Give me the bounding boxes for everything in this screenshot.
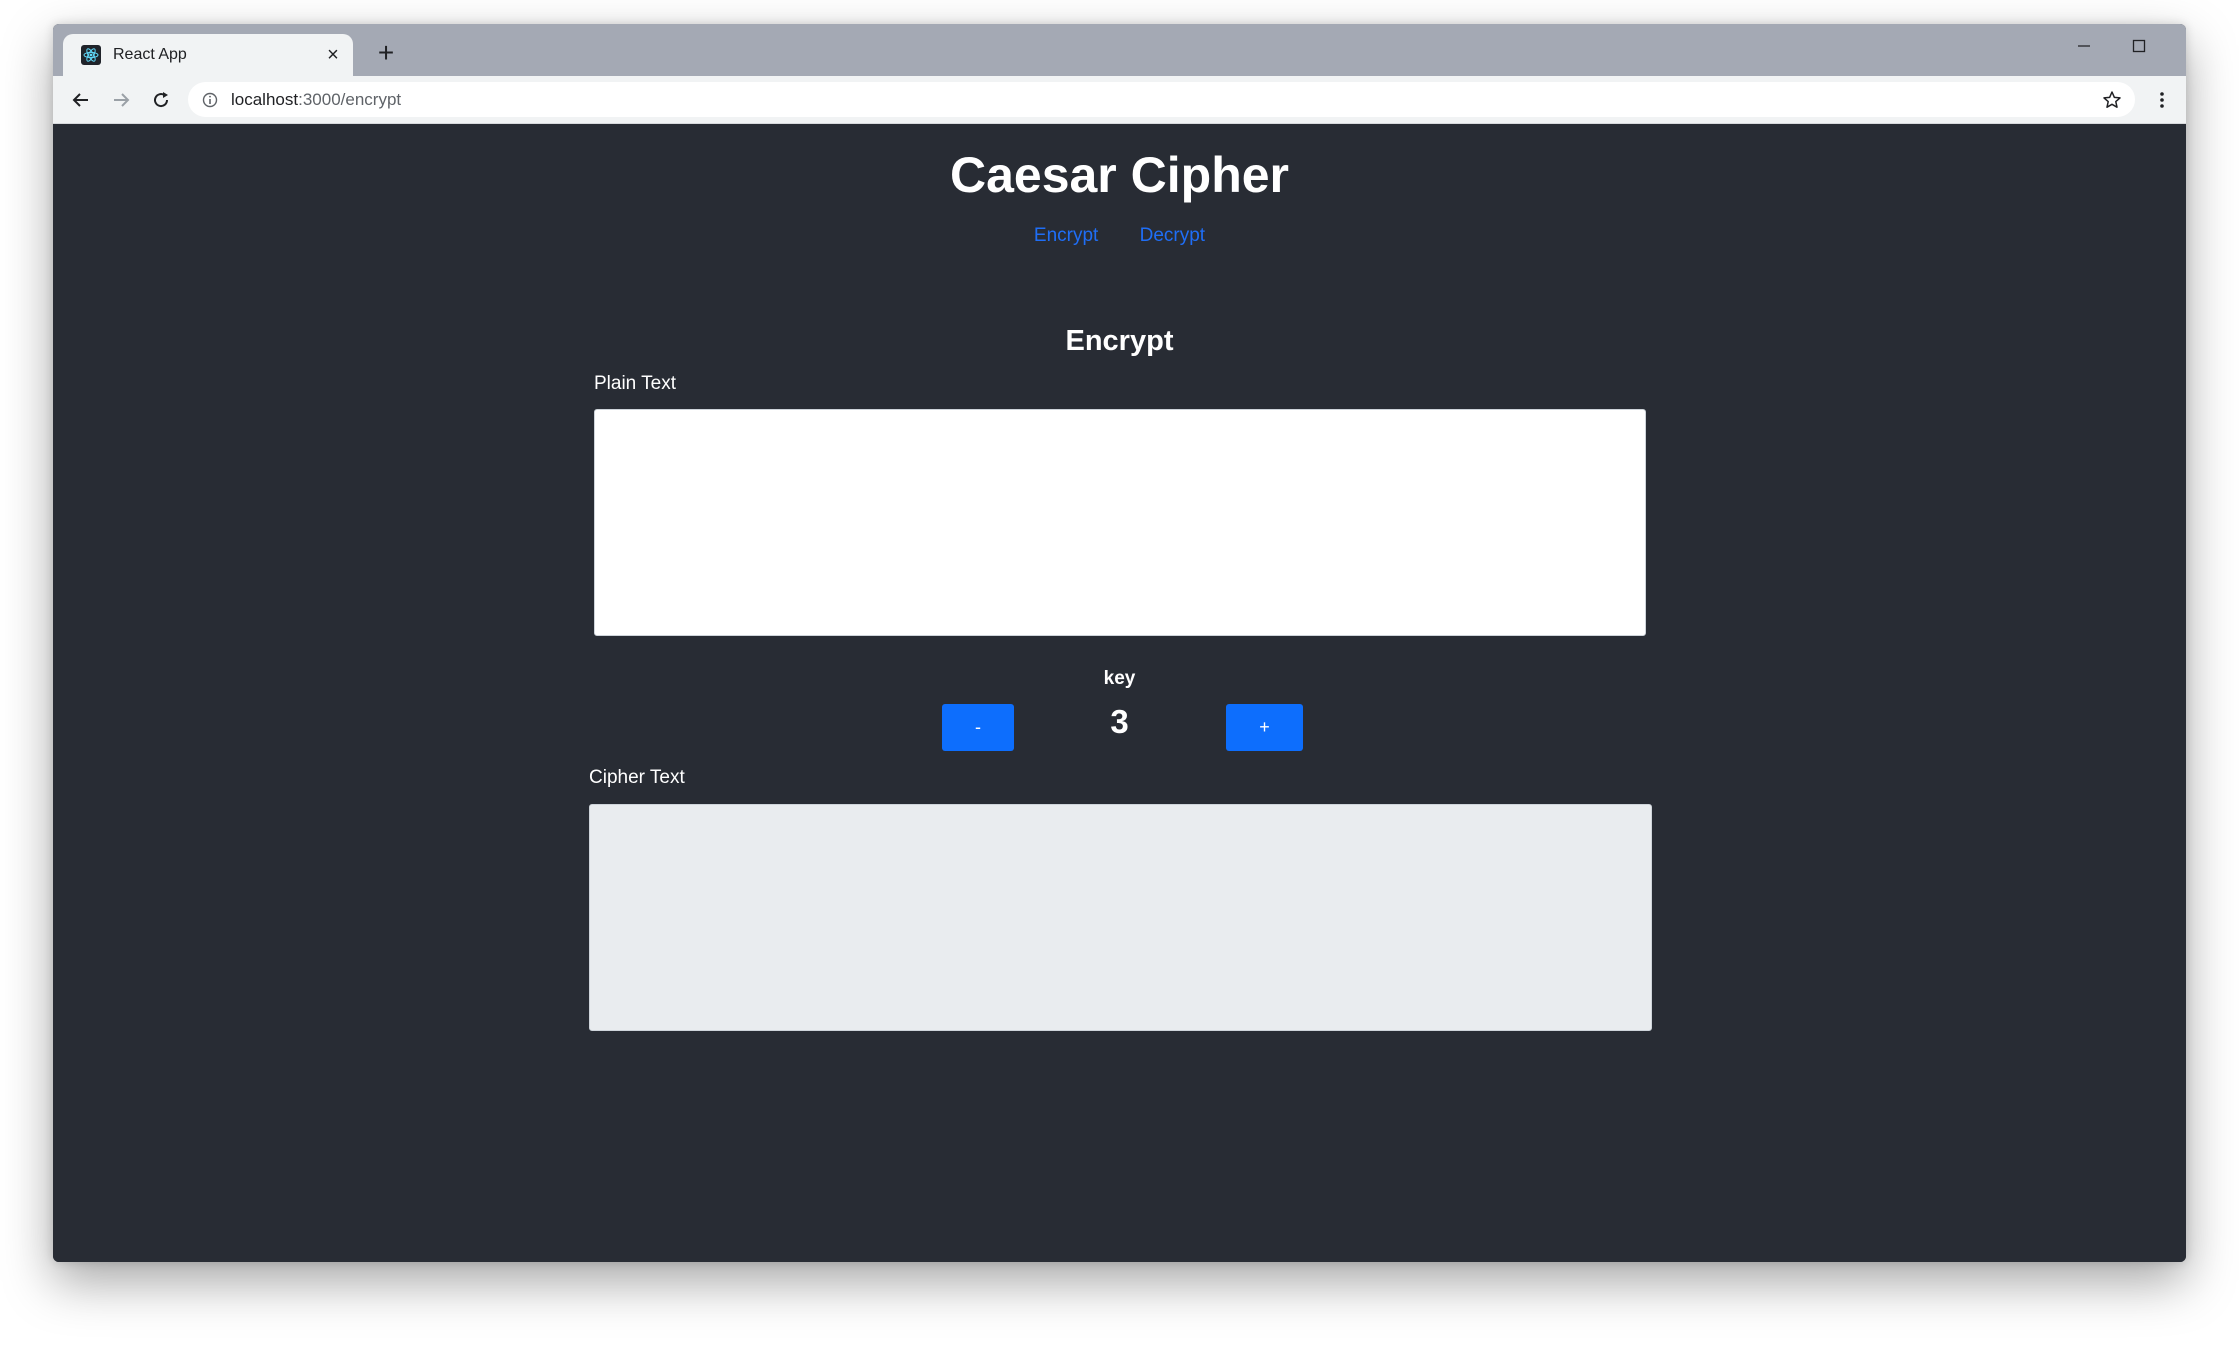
browser-window: React App × + localhost:3000/encrypt Cae… [53,24,2186,1262]
tab-title: React App [113,46,187,63]
key-label: key [1103,668,1136,689]
plain-text-label: Plain Text [594,373,677,394]
section-title: Encrypt [1065,325,1174,357]
url-host: localhost [231,89,299,109]
browser-tab[interactable]: React App × [63,34,353,76]
key-value: 3 [1110,703,1129,740]
page-content: Caesar Cipher Encrypt Decrypt Encrypt Pl… [53,124,2186,1262]
react-favicon-icon [81,45,101,65]
back-arrow-icon[interactable] [64,84,98,116]
cipher-text-label: Cipher Text [589,767,685,788]
url-text: localhost:3000/encrypt [231,90,401,110]
tab-strip: React App × + [53,24,2186,76]
nav-link-encrypt[interactable]: Encrypt [1034,225,1098,246]
more-vertical-icon[interactable] [2152,84,2172,116]
forward-arrow-icon[interactable] [104,84,138,116]
window-close-icon[interactable] [2176,32,2186,60]
plain-text-input[interactable] [594,409,1646,636]
address-bar[interactable]: localhost:3000/encrypt [188,82,2135,117]
star-icon[interactable] [2099,87,2125,113]
cipher-nav: Encrypt Decrypt [53,225,2186,247]
cipher-text-output[interactable] [589,804,1652,1031]
close-icon[interactable]: × [319,41,347,69]
info-icon[interactable] [201,91,219,109]
maximize-icon[interactable] [2119,32,2159,60]
minimize-icon[interactable] [2064,32,2104,60]
increment-key-button[interactable]: + [1226,704,1303,751]
reload-icon[interactable] [144,84,178,116]
url-path: :3000/encrypt [298,89,402,109]
browser-toolbar: localhost:3000/encrypt [53,76,2186,124]
plus-icon[interactable]: + [371,37,401,68]
app-title: Caesar Cipher [949,147,1290,203]
nav-link-decrypt[interactable]: Decrypt [1140,225,1205,246]
